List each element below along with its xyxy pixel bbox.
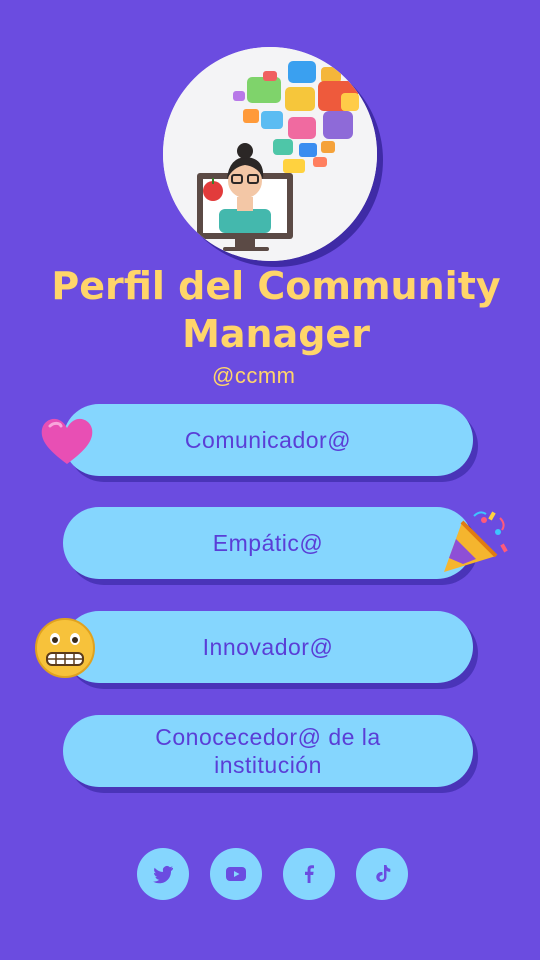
- social-links: [137, 848, 408, 900]
- facebook-button[interactable]: [283, 848, 335, 900]
- link-button-label: Comunicador@: [184, 427, 352, 453]
- link-button-label: Conocecedor@ de la institución: [155, 724, 381, 778]
- twitter-button[interactable]: [137, 848, 189, 900]
- party-popper-emoji-icon: [444, 511, 508, 572]
- link-button-label: Innovador@: [202, 634, 334, 660]
- tiktok-icon: [376, 865, 391, 882]
- link-button-conocedor[interactable]: Conocecedor@ de la institución: [63, 715, 473, 787]
- twitter-icon: [153, 865, 173, 884]
- profile-avatar: [163, 47, 377, 261]
- profile-handle: @ccmm: [212, 363, 296, 388]
- link-button-empatico[interactable]: Empátic@: [63, 507, 473, 579]
- youtube-button[interactable]: [210, 848, 262, 900]
- page-title: Perfil del Community Manager: [51, 264, 501, 356]
- link-button-label: Empátic@: [212, 530, 324, 556]
- community-manager-illustration: [163, 47, 377, 261]
- heart-emoji-icon: [41, 418, 93, 464]
- link-button-innovador[interactable]: Innovador@: [63, 611, 473, 683]
- facebook-icon: [305, 865, 314, 883]
- grimacing-face-emoji-icon: [35, 618, 95, 678]
- youtube-icon: [226, 867, 246, 881]
- link-button-comunicador[interactable]: Comunicador@: [63, 404, 473, 476]
- tiktok-button[interactable]: [356, 848, 408, 900]
